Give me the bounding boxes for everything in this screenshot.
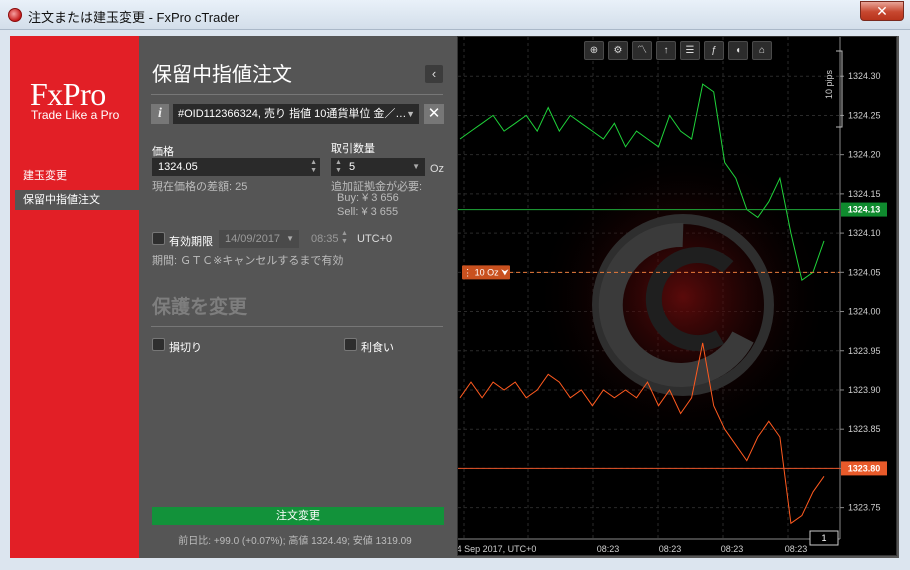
chart-canvas: 1324.30 1324.25 1324.20 1324.15 1324.10 1324.… [458, 37, 887, 554]
order-select[interactable]: #OID112366324, 売り 指値 10通貨単位 金／… ▼ [173, 104, 419, 124]
protection-title: 保護を変更 [152, 297, 248, 318]
sidebar-item-modify-position[interactable]: 建玉変更 [15, 166, 139, 186]
price-value: 1324.05 [158, 161, 198, 173]
divider [151, 94, 443, 95]
chevron-down-icon: ▼ [286, 234, 294, 243]
stop-loss-label: 損切り [169, 342, 202, 354]
y-tick-label: 1324.15 [848, 189, 881, 199]
indicator-icon[interactable]: 〽 [632, 41, 652, 60]
clear-button[interactable]: ✕ [424, 104, 444, 124]
bid-price-label: 1323.80 [848, 463, 881, 473]
close-button[interactable]: ✕ [860, 1, 904, 21]
expiry-timezone: UTC+0 [357, 233, 393, 245]
list-icon[interactable]: ☰ [680, 41, 700, 60]
margin-buy: Buy: ¥ 3 656 [337, 192, 399, 204]
stop-loss-checkbox[interactable] [152, 338, 165, 351]
expiry-date: 14/09/2017 [225, 233, 281, 245]
spinner-icon[interactable]: ▲ ▼ [310, 159, 317, 175]
window-title: 注文または建玉変更 - FxPro cTrader [28, 10, 240, 25]
tick-icon[interactable]: ↑ [656, 41, 676, 60]
ask-price-label: 1324.13 [848, 205, 881, 215]
sidebar-item-pending-limit-order[interactable]: 保留中指値注文 [15, 190, 139, 210]
y-tick-label: 1324.25 [848, 110, 881, 120]
divider [151, 326, 443, 327]
zoom-icon[interactable]: ⊕ [584, 41, 604, 60]
price-input[interactable]: 1324.05 ▲ ▼ [152, 158, 320, 176]
y-tick-label: 1324.10 [848, 228, 881, 238]
modify-order-button[interactable]: 注文変更 [152, 507, 444, 525]
price-diff: 現在価格の差額: 25 [152, 181, 248, 193]
chart-toolbar: ⊕ ⚙ 〽 ↑ ☰ ƒ ◖ ⌂ [584, 41, 772, 61]
take-profit-checkbox[interactable] [344, 338, 357, 351]
chevron-down-icon[interactable]: ▼ [412, 158, 420, 176]
circle-f-icon[interactable]: ƒ [704, 41, 724, 60]
order-select-value: #OID112366324, 売り 指値 10通貨単位 金／… [178, 108, 407, 120]
stepper-arrows-icon[interactable]: ▲ ▼ [335, 159, 342, 175]
expiry-date-select[interactable]: 14/09/2017 ▼ [219, 230, 299, 248]
price-chart[interactable]: 1324.30 1324.25 1324.20 1324.15 1324.10 1324.… [457, 36, 897, 556]
drop-icon[interactable]: ◖ [728, 41, 748, 60]
settings-icon[interactable]: ⚙ [608, 41, 628, 60]
y-tick-label: 1324.05 [848, 267, 881, 277]
watermark-logo [533, 147, 833, 447]
x-tick-label: 08:23 [785, 544, 808, 554]
expiry-time[interactable]: 08:35 [311, 233, 339, 245]
chevron-down-icon: ▼ [406, 109, 415, 119]
brand-tagline: Trade Like a Pro [31, 108, 120, 122]
y-tick-label: 1324.00 [848, 307, 881, 317]
quantity-stepper[interactable]: ▲ ▼ 5 ▼ [331, 158, 425, 176]
margin-sell: Sell: ¥ 3 655 [337, 206, 399, 218]
sidebar: FxPro Trade Like a Pro 建玉変更 保留中指値注文 [10, 36, 139, 558]
price-label: 価格 [152, 146, 174, 158]
y-tick-label: 1324.20 [848, 150, 881, 160]
quantity-unit: Oz [430, 163, 445, 175]
y-tick-label: 1323.95 [848, 346, 881, 356]
x-tick-label: 08:23 [659, 544, 682, 554]
quantity-value: 5 [349, 161, 356, 173]
collapse-button[interactable]: ‹ [425, 65, 443, 83]
y-tick-label: 1323.90 [848, 385, 881, 395]
expiry-label: 有効期限 [169, 236, 213, 248]
y-tick-label: 1324.30 [848, 71, 881, 81]
scale-label: 10 pips [824, 69, 834, 99]
daily-stats: 前日比: +99.0 (+0.07%); 高値 1324.49; 安値 1319… [178, 536, 412, 547]
info-button[interactable]: i [151, 104, 169, 124]
period-text: 期間: ＧＴＣ※キャンセルするまで有効 [152, 255, 344, 267]
order-panel: 保留中指値注文 ‹ i #OID112366324, 売り 指値 10通貨単位 … [139, 36, 451, 558]
page-title: 保留中指値注文 [152, 64, 292, 86]
y-tick-label: 1323.85 [848, 424, 881, 434]
order-marker-label: ⋮ 10 Oz ⮟ [463, 267, 509, 277]
app-icon [8, 8, 22, 22]
title-bar: 注文または建玉変更 - FxPro cTrader ✕ [0, 0, 910, 30]
x-tick-label: 14 Sep 2017, UTC+0 [458, 544, 536, 554]
time-spinner-icon[interactable]: ▲ ▼ [341, 230, 348, 246]
x-tick-label: 08:23 [597, 544, 620, 554]
y-tick-label: 1323.75 [848, 503, 881, 513]
lock-icon[interactable]: ⌂ [752, 41, 772, 60]
quantity-label: 取引数量 [331, 143, 375, 155]
take-profit-label: 利食い [361, 342, 394, 354]
x-tick-label: 08:23 [721, 544, 744, 554]
expiry-checkbox[interactable] [152, 232, 165, 245]
page-indicator-label: 1 [821, 533, 826, 543]
